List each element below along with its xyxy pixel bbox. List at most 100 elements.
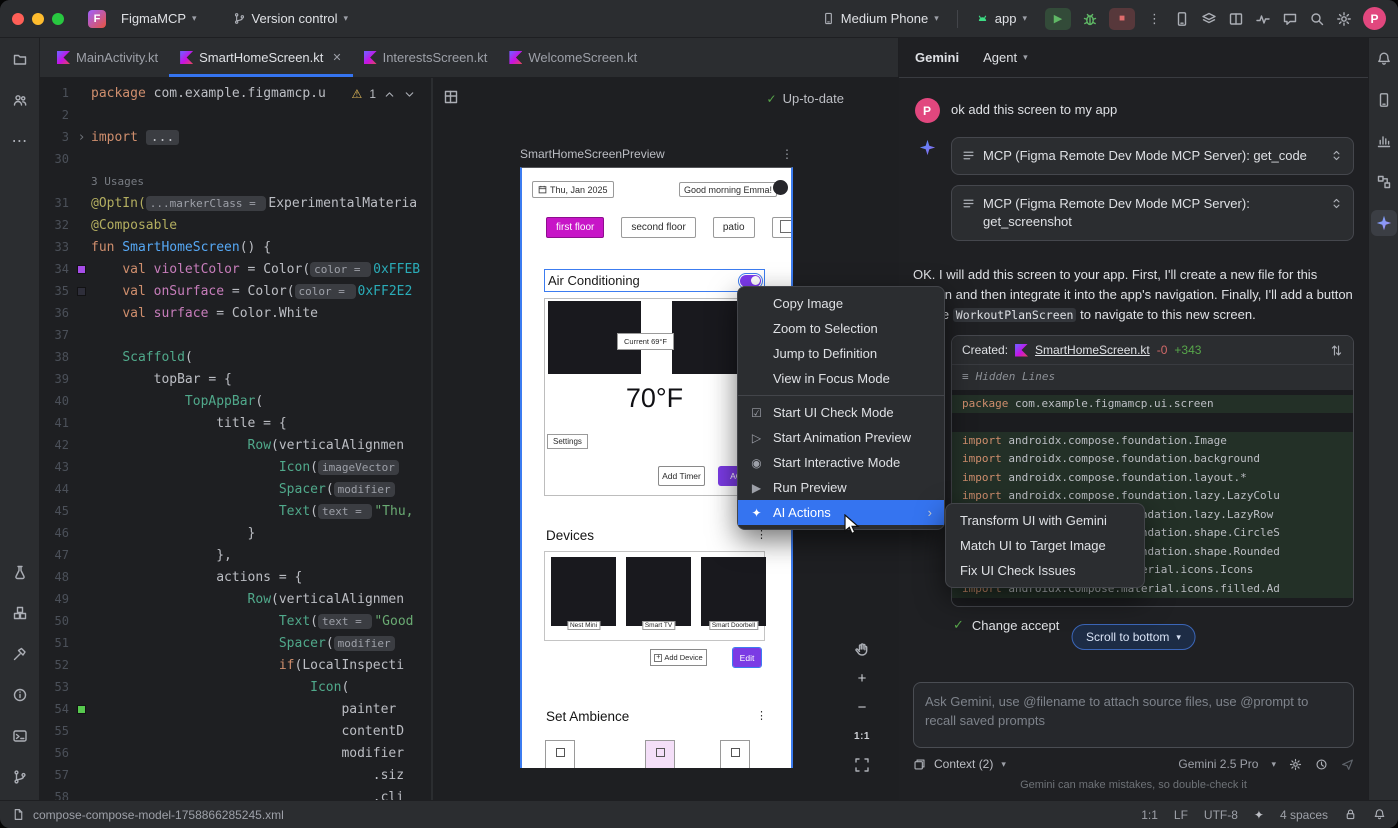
- zoom-in-button[interactable]: +: [850, 667, 874, 689]
- tool-call-card[interactable]: MCP (Figma Remote Dev Mode MCP Server): …: [951, 185, 1354, 241]
- macos-minimize-button[interactable]: [32, 13, 44, 25]
- statusbar-file-name[interactable]: compose-compose-model-1758866285245.xml: [33, 808, 284, 822]
- context-menu-item[interactable]: Zoom to Selection: [738, 316, 944, 341]
- pan-tool-button[interactable]: [850, 638, 874, 660]
- context-menu-item[interactable]: ▶ Run Preview: [738, 475, 944, 500]
- unfold-icon[interactable]: [1330, 149, 1343, 162]
- run-button[interactable]: ▶: [1045, 8, 1071, 30]
- model-selector[interactable]: Gemini 2.5 Pro: [1178, 757, 1258, 771]
- cursor-position[interactable]: 1:1: [1141, 808, 1158, 822]
- version-control-button[interactable]: [7, 764, 33, 790]
- tool-call-card[interactable]: MCP (Figma Remote Dev Mode MCP Server): …: [951, 137, 1354, 175]
- editor-tab[interactable]: MainActivity.kt: [46, 38, 169, 77]
- chevron-up-icon[interactable]: [383, 88, 396, 101]
- inspection-widget[interactable]: ⚠ 1: [347, 85, 421, 103]
- macos-zoom-button[interactable]: [52, 13, 64, 25]
- code-editor[interactable]: 1package com.example.figmamcp.u23›import…: [40, 78, 433, 800]
- user-avatar[interactable]: P: [1363, 7, 1386, 30]
- resource-manager-button[interactable]: [7, 87, 33, 113]
- floor-chip[interactable]: second floor: [621, 217, 695, 238]
- debug-button[interactable]: [1082, 11, 1098, 27]
- scroll-to-bottom-button[interactable]: Scroll to bottom ▾: [1071, 624, 1196, 650]
- context-menu-item[interactable]: View in Focus Mode: [738, 366, 944, 391]
- gemini-status-icon[interactable]: ✦: [1254, 808, 1264, 822]
- terminal-button[interactable]: [7, 723, 33, 749]
- lock-icon[interactable]: [1344, 808, 1357, 821]
- stop-button[interactable]: ■: [1109, 8, 1135, 30]
- floor-chip[interactable]: patio: [713, 217, 755, 238]
- running-devices-button[interactable]: [1371, 87, 1397, 113]
- context-menu-item[interactable]: ▷ Start Animation Preview: [738, 425, 944, 450]
- hidden-lines-row[interactable]: ≡ Hidden Lines: [952, 365, 1353, 390]
- profiler-icon[interactable]: [1255, 11, 1271, 27]
- add-timer-button[interactable]: Add Timer: [658, 466, 705, 486]
- notification-bell-icon[interactable]: [1373, 808, 1386, 821]
- add-device-button[interactable]: + Add Device: [650, 649, 707, 666]
- context-menu-item[interactable]: Jump to Definition: [738, 341, 944, 366]
- context-menu-item[interactable]: ◉ Start Interactive Mode: [738, 450, 944, 475]
- settings-gear-icon[interactable]: [1336, 11, 1352, 27]
- context-menu-item[interactable]: Copy Image: [738, 291, 944, 316]
- fit-to-screen-button[interactable]: [850, 754, 874, 776]
- diff-icon[interactable]: [1330, 344, 1343, 357]
- settings-gear-icon[interactable]: [1289, 758, 1302, 771]
- edit-button[interactable]: Edit: [733, 648, 761, 667]
- layers-icon[interactable]: [1201, 11, 1217, 27]
- close-tab-icon[interactable]: ✕: [332, 51, 341, 64]
- ambience-tile[interactable]: [645, 740, 675, 768]
- context-menu-item[interactable]: ✦ AI Actions ›: [738, 500, 944, 525]
- submenu-item[interactable]: Fix UI Check Issues: [946, 558, 1144, 583]
- submenu-item[interactable]: Transform UI with Gemini: [946, 508, 1144, 533]
- encoding[interactable]: UTF-8: [1204, 808, 1238, 822]
- created-file-link[interactable]: SmartHomeScreen.kt: [1035, 343, 1150, 357]
- settings-chip[interactable]: Settings: [547, 434, 588, 449]
- indent-setting[interactable]: 4 spaces: [1280, 808, 1328, 822]
- zoom-out-button[interactable]: −: [850, 696, 874, 718]
- zoom-ratio-button[interactable]: 1:1: [850, 725, 874, 747]
- send-icon[interactable]: [1341, 758, 1354, 771]
- context-menu-item[interactable]: ☑ Start UI Check Mode: [738, 400, 944, 425]
- device-tile[interactable]: Smart TV: [626, 557, 691, 626]
- editor-tab[interactable]: SmartHomeScreen.kt ✕: [169, 38, 352, 77]
- build-button[interactable]: [7, 641, 33, 667]
- device-selector[interactable]: Medium Phone ▾: [815, 8, 946, 29]
- ambience-tile[interactable]: [720, 740, 750, 768]
- editor-tab[interactable]: WelcomeScreen.kt: [498, 38, 648, 77]
- ambience-tile[interactable]: [545, 740, 575, 768]
- assistant-chat-icon[interactable]: [1282, 11, 1298, 27]
- device-tile[interactable]: Nest Mini: [551, 557, 616, 626]
- preview-options-icon[interactable]: ⋮: [781, 147, 793, 161]
- macos-close-button[interactable]: [12, 13, 24, 25]
- chevron-down-icon[interactable]: [403, 88, 416, 101]
- device-tile[interactable]: Smart Doorbell: [701, 557, 766, 626]
- run-config-selector[interactable]: app ▾: [969, 8, 1034, 29]
- project-tool-button[interactable]: [7, 46, 33, 72]
- floor-chip[interactable]: first floor: [546, 217, 604, 238]
- gemini-tool-button[interactable]: [1371, 210, 1397, 236]
- app-insights-button[interactable]: [1371, 128, 1397, 154]
- structure-button[interactable]: [1371, 169, 1397, 195]
- project-menu[interactable]: FigmaMCP ▾: [114, 8, 204, 29]
- notifications-button[interactable]: [1371, 46, 1397, 72]
- more-tools-button[interactable]: ⋯: [7, 128, 33, 154]
- editor-tab[interactable]: InterestsScreen.kt: [353, 38, 499, 77]
- vcs-menu[interactable]: Version control ▾: [226, 8, 356, 29]
- context-chip[interactable]: Context (2): [934, 757, 993, 771]
- ambience-options-icon[interactable]: ⋮: [756, 709, 767, 722]
- problems-button[interactable]: [7, 682, 33, 708]
- selection-handle[interactable]: [780, 220, 793, 233]
- submenu-item[interactable]: Match UI to Target Image: [946, 533, 1144, 558]
- ac-toggle[interactable]: [740, 275, 761, 287]
- device-mirroring-icon[interactable]: [1174, 11, 1190, 27]
- line-ending[interactable]: LF: [1174, 808, 1188, 822]
- more-run-actions[interactable]: ⋮: [1146, 8, 1163, 30]
- history-icon[interactable]: [1315, 758, 1328, 771]
- unfold-icon[interactable]: [1330, 197, 1343, 210]
- packages-button[interactable]: [7, 600, 33, 626]
- gemini-prompt-input[interactable]: Ask Gemini, use @filename to attach sour…: [913, 682, 1354, 748]
- app-inspection-button[interactable]: [7, 559, 33, 585]
- preview-gallery-icon[interactable]: [443, 89, 459, 108]
- agent-mode-selector[interactable]: Agent ▾: [983, 50, 1028, 65]
- layout-inspector-icon[interactable]: [1228, 11, 1244, 27]
- search-icon[interactable]: [1309, 11, 1325, 27]
